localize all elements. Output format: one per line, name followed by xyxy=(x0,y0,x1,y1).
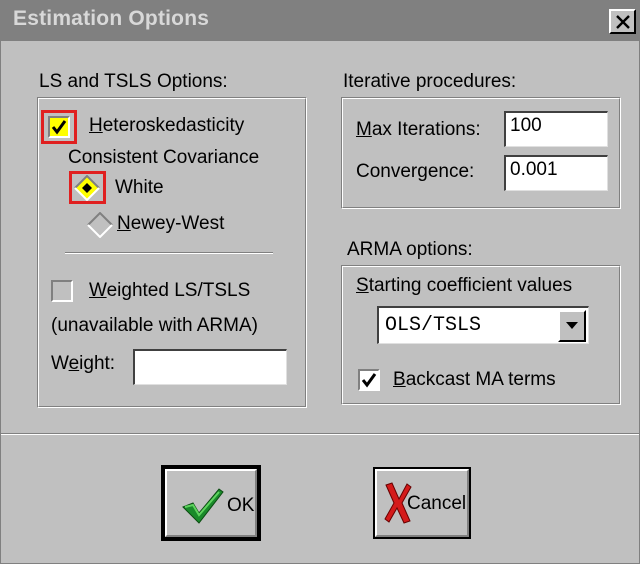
chevron-down-icon xyxy=(566,322,578,329)
close-button[interactable] xyxy=(609,9,636,34)
iterative-group-label: Iterative procedures: xyxy=(343,71,517,92)
bottom-separator xyxy=(1,433,639,435)
title-bar[interactable]: Estimation Options xyxy=(1,1,639,41)
starting-coefficient-value: OLS/TSLS xyxy=(385,314,482,337)
weighted-note: (unavailable with ARMA) xyxy=(51,315,258,336)
dialog-title: Estimation Options xyxy=(13,7,210,30)
backcast-label: Backcast MA terms xyxy=(393,369,556,390)
cancel-button[interactable]: Cancel xyxy=(373,467,471,539)
hetero-checkbox[interactable] xyxy=(48,116,70,138)
weighted-checkbox[interactable] xyxy=(51,280,73,302)
white-radio[interactable] xyxy=(74,175,100,201)
dropdown-button[interactable] xyxy=(558,310,586,342)
ok-label: OK xyxy=(227,495,255,516)
max-iterations-label: Max Iterations: xyxy=(356,119,481,140)
close-icon xyxy=(616,15,630,29)
green-checkmark-icon xyxy=(182,488,224,524)
cancel-label: Cancel xyxy=(407,493,467,514)
arma-group-label: ARMA options: xyxy=(347,239,473,260)
backcast-checkbox[interactable] xyxy=(358,369,380,391)
ls-tsls-group-label: LS and TSLS Options: xyxy=(39,71,228,92)
hetero-label: Heteroskedasticity xyxy=(89,115,245,136)
checkmark-icon xyxy=(361,373,377,388)
estimation-options-dialog: Estimation Options LS and TSLS Options: … xyxy=(0,0,640,564)
convergence-label: Convergence: xyxy=(356,161,475,182)
newey-west-radio[interactable] xyxy=(87,212,113,238)
weighted-label: Weighted LS/TSLS xyxy=(89,280,251,301)
starting-coefficient-select[interactable]: OLS/TSLS xyxy=(377,306,589,344)
ok-button[interactable]: OK xyxy=(161,465,261,541)
starting-coefficient-label: Starting coefficient values xyxy=(356,275,573,296)
white-label: White xyxy=(115,177,164,198)
max-iterations-input[interactable]: 100 xyxy=(504,111,608,147)
weight-label: Weight: xyxy=(51,353,116,374)
checkmark-icon xyxy=(51,120,67,135)
ls-separator xyxy=(65,252,273,254)
hetero-label-line2: Consistent Covariance xyxy=(68,147,260,168)
newey-west-label: Newey-West xyxy=(117,213,225,234)
convergence-input[interactable]: 0.001 xyxy=(504,155,608,191)
weight-input[interactable] xyxy=(133,349,287,385)
